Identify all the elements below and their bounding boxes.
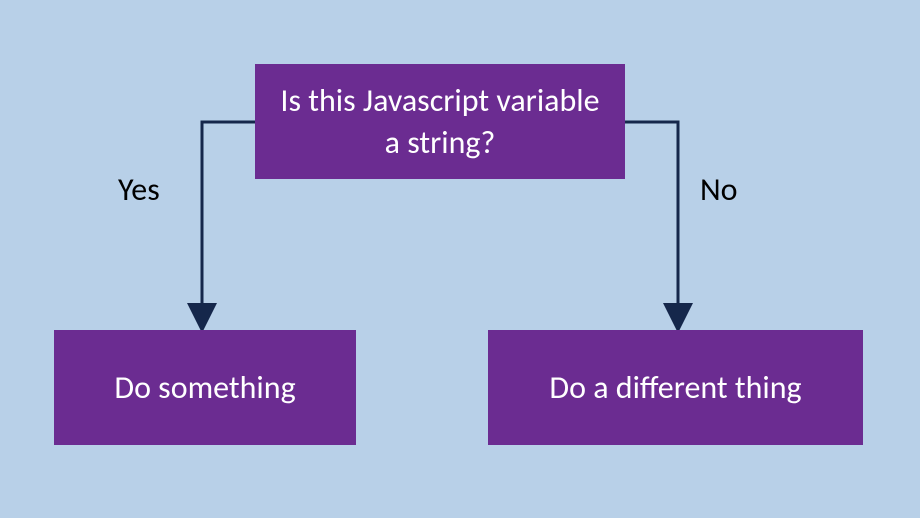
no-action-box: Do a different thing <box>488 330 863 445</box>
yes-action-text: Do something <box>114 367 295 409</box>
no-label: No <box>700 170 738 209</box>
decision-text: Is this Javascript variable a string? <box>275 80 605 163</box>
yes-label: Yes <box>118 170 160 209</box>
yes-action-box: Do something <box>54 330 356 445</box>
no-action-text: Do a different thing <box>549 367 801 409</box>
decision-box: Is this Javascript variable a string? <box>255 64 625 179</box>
